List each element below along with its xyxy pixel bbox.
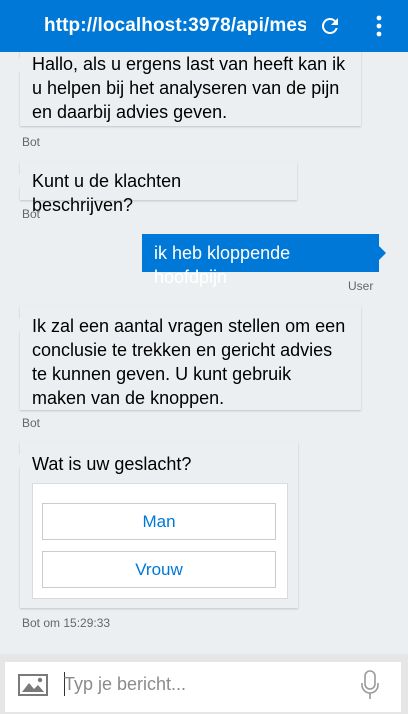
bot-message: Kunt u de klachten beschrijven?: [13, 162, 297, 215]
more-vert-icon[interactable]: [372, 14, 386, 38]
message-sender: Bot: [22, 207, 41, 221]
message-text: Ik zal een aantal vragen stellen om een …: [32, 316, 346, 408]
choice-button-vrouw[interactable]: Vrouw: [42, 551, 276, 588]
message-sender: Bot: [22, 416, 41, 430]
message-text: Hallo, als u ergens last van heeft kan i…: [32, 54, 346, 122]
message-timestamp: Bot om 15:29:33: [22, 616, 111, 630]
chat-history[interactable]: Hallo, als u ergens last van heeft kan i…: [0, 52, 408, 654]
image-upload-icon[interactable]: [18, 674, 48, 696]
message-text: ik heb kloppende hoofdpijn: [154, 243, 291, 287]
refresh-icon[interactable]: [318, 14, 342, 38]
user-message: ik heb kloppende hoofdpijn: [142, 234, 386, 287]
microphone-icon[interactable]: [360, 669, 380, 701]
bot-message: Hallo, als u ergens last van heeft kan i…: [13, 52, 361, 126]
compose-bar: Typ je bericht...: [0, 654, 408, 714]
message-input[interactable]: Typ je bericht...: [64, 674, 186, 695]
address-url: http://localhost:3978/api/mess: [44, 15, 306, 36]
message-sender: User: [348, 279, 374, 293]
message-text: Kunt u de klachten beschrijven?: [32, 171, 182, 215]
message-sender: Bot: [22, 135, 41, 149]
message-text: Wat is uw geslacht?: [32, 454, 192, 474]
bot-message: Ik zal een aantal vragen stellen om een …: [13, 306, 361, 410]
choice-button-man[interactable]: Man: [42, 503, 276, 540]
title-bar: http://localhost:3978/api/mess: [0, 0, 408, 52]
